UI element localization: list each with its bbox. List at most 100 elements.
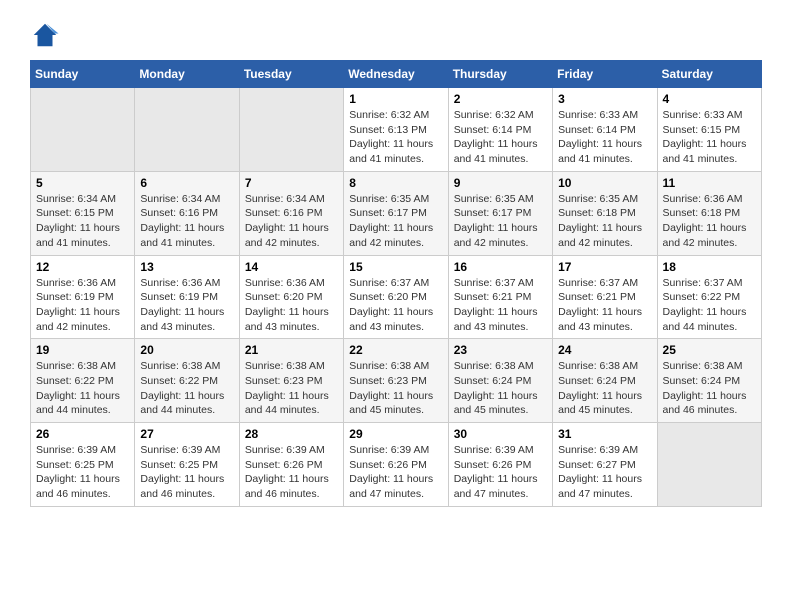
day-info: Sunrise: 6:34 AM Sunset: 6:15 PM Dayligh… [36, 192, 129, 251]
day-number: 8 [349, 176, 442, 190]
day-cell: 24 Sunrise: 6:38 AM Sunset: 6:24 PM Dayli… [553, 339, 657, 423]
day-cell: 30 Sunrise: 6:39 AM Sunset: 6:26 PM Dayli… [448, 423, 552, 507]
day-info: Sunrise: 6:39 AM Sunset: 6:25 PM Dayligh… [140, 443, 233, 502]
day-info: Sunrise: 6:36 AM Sunset: 6:19 PM Dayligh… [36, 276, 129, 335]
day-cell: 31 Sunrise: 6:39 AM Sunset: 6:27 PM Dayli… [553, 423, 657, 507]
day-number: 21 [245, 343, 338, 357]
day-info: Sunrise: 6:39 AM Sunset: 6:26 PM Dayligh… [349, 443, 442, 502]
day-info: Sunrise: 6:32 AM Sunset: 6:13 PM Dayligh… [349, 108, 442, 167]
day-info: Sunrise: 6:38 AM Sunset: 6:24 PM Dayligh… [454, 359, 547, 418]
day-info: Sunrise: 6:35 AM Sunset: 6:18 PM Dayligh… [558, 192, 651, 251]
day-number: 29 [349, 427, 442, 441]
week-row-3: 12 Sunrise: 6:36 AM Sunset: 6:19 PM Dayli… [31, 255, 762, 339]
day-cell: 19 Sunrise: 6:38 AM Sunset: 6:22 PM Dayli… [31, 339, 135, 423]
day-info: Sunrise: 6:37 AM Sunset: 6:20 PM Dayligh… [349, 276, 442, 335]
day-info: Sunrise: 6:38 AM Sunset: 6:22 PM Dayligh… [36, 359, 129, 418]
day-cell: 2 Sunrise: 6:32 AM Sunset: 6:14 PM Daylig… [448, 88, 552, 172]
day-info: Sunrise: 6:32 AM Sunset: 6:14 PM Dayligh… [454, 108, 547, 167]
day-number: 28 [245, 427, 338, 441]
day-cell: 20 Sunrise: 6:38 AM Sunset: 6:22 PM Dayli… [135, 339, 239, 423]
day-number: 16 [454, 260, 547, 274]
day-cell: 5 Sunrise: 6:34 AM Sunset: 6:15 PM Daylig… [31, 171, 135, 255]
day-info: Sunrise: 6:35 AM Sunset: 6:17 PM Dayligh… [349, 192, 442, 251]
day-cell: 13Sunrise: 6:36 AM Sunset: 6:19 PM Dayli… [135, 255, 239, 339]
day-info: Sunrise: 6:34 AM Sunset: 6:16 PM Dayligh… [140, 192, 233, 251]
day-number: 23 [454, 343, 547, 357]
day-info: Sunrise: 6:33 AM Sunset: 6:15 PM Dayligh… [663, 108, 756, 167]
day-cell: 29 Sunrise: 6:39 AM Sunset: 6:26 PM Dayli… [344, 423, 448, 507]
day-cell [239, 88, 343, 172]
calendar-header: SundayMondayTuesdayWednesdayThursdayFrid… [31, 61, 762, 88]
day-number: 5 [36, 176, 129, 190]
day-cell: 4 Sunrise: 6:33 AM Sunset: 6:15 PM Daylig… [657, 88, 761, 172]
day-number: 24 [558, 343, 651, 357]
day-number: 12 [36, 260, 129, 274]
day-cell: 11Sunrise: 6:36 AM Sunset: 6:18 PM Dayli… [657, 171, 761, 255]
weekday-header-tuesday: Tuesday [239, 61, 343, 88]
day-info: Sunrise: 6:38 AM Sunset: 6:24 PM Dayligh… [663, 359, 756, 418]
weekday-header-friday: Friday [553, 61, 657, 88]
day-info: Sunrise: 6:38 AM Sunset: 6:23 PM Dayligh… [245, 359, 338, 418]
day-number: 6 [140, 176, 233, 190]
day-cell: 14Sunrise: 6:36 AM Sunset: 6:20 PM Dayli… [239, 255, 343, 339]
week-row-4: 19 Sunrise: 6:38 AM Sunset: 6:22 PM Dayli… [31, 339, 762, 423]
day-cell: 1 Sunrise: 6:32 AM Sunset: 6:13 PM Daylig… [344, 88, 448, 172]
week-row-1: 1 Sunrise: 6:32 AM Sunset: 6:13 PM Daylig… [31, 88, 762, 172]
day-cell: 28 Sunrise: 6:39 AM Sunset: 6:26 PM Dayli… [239, 423, 343, 507]
day-info: Sunrise: 6:39 AM Sunset: 6:25 PM Dayligh… [36, 443, 129, 502]
day-info: Sunrise: 6:34 AM Sunset: 6:16 PM Dayligh… [245, 192, 338, 251]
day-info: Sunrise: 6:35 AM Sunset: 6:17 PM Dayligh… [454, 192, 547, 251]
weekday-header-wednesday: Wednesday [344, 61, 448, 88]
day-number: 19 [36, 343, 129, 357]
day-cell: 22Sunrise: 6:38 AM Sunset: 6:23 PM Dayli… [344, 339, 448, 423]
day-info: Sunrise: 6:37 AM Sunset: 6:21 PM Dayligh… [454, 276, 547, 335]
day-cell: 7 Sunrise: 6:34 AM Sunset: 6:16 PM Daylig… [239, 171, 343, 255]
day-number: 14 [245, 260, 338, 274]
week-row-2: 5 Sunrise: 6:34 AM Sunset: 6:15 PM Daylig… [31, 171, 762, 255]
day-cell: 12 Sunrise: 6:36 AM Sunset: 6:19 PM Dayli… [31, 255, 135, 339]
day-info: Sunrise: 6:39 AM Sunset: 6:26 PM Dayligh… [454, 443, 547, 502]
logo-icon [30, 20, 60, 50]
calendar-table: SundayMondayTuesdayWednesdayThursdayFrid… [30, 60, 762, 507]
day-cell [135, 88, 239, 172]
page-header [30, 20, 762, 50]
day-cell: 16 Sunrise: 6:37 AM Sunset: 6:21 PM Dayli… [448, 255, 552, 339]
day-info: Sunrise: 6:33 AM Sunset: 6:14 PM Dayligh… [558, 108, 651, 167]
day-number: 27 [140, 427, 233, 441]
day-cell: 8 Sunrise: 6:35 AM Sunset: 6:17 PM Daylig… [344, 171, 448, 255]
day-number: 10 [558, 176, 651, 190]
day-info: Sunrise: 6:38 AM Sunset: 6:24 PM Dayligh… [558, 359, 651, 418]
day-info: Sunrise: 6:39 AM Sunset: 6:26 PM Dayligh… [245, 443, 338, 502]
day-number: 13 [140, 260, 233, 274]
weekday-header-sunday: Sunday [31, 61, 135, 88]
day-number: 1 [349, 92, 442, 106]
day-number: 7 [245, 176, 338, 190]
day-cell [31, 88, 135, 172]
day-number: 20 [140, 343, 233, 357]
day-number: 9 [454, 176, 547, 190]
day-cell: 21 Sunrise: 6:38 AM Sunset: 6:23 PM Dayli… [239, 339, 343, 423]
day-cell: 27 Sunrise: 6:39 AM Sunset: 6:25 PM Dayli… [135, 423, 239, 507]
day-info: Sunrise: 6:39 AM Sunset: 6:27 PM Dayligh… [558, 443, 651, 502]
day-cell [657, 423, 761, 507]
day-number: 3 [558, 92, 651, 106]
day-info: Sunrise: 6:38 AM Sunset: 6:22 PM Dayligh… [140, 359, 233, 418]
day-number: 26 [36, 427, 129, 441]
logo [30, 20, 64, 50]
day-cell: 3 Sunrise: 6:33 AM Sunset: 6:14 PM Daylig… [553, 88, 657, 172]
day-cell: 15Sunrise: 6:37 AM Sunset: 6:20 PM Dayli… [344, 255, 448, 339]
calendar-body: 1 Sunrise: 6:32 AM Sunset: 6:13 PM Daylig… [31, 88, 762, 507]
day-number: 30 [454, 427, 547, 441]
day-cell: 18Sunrise: 6:37 AM Sunset: 6:22 PM Dayli… [657, 255, 761, 339]
day-number: 17 [558, 260, 651, 274]
day-number: 4 [663, 92, 756, 106]
day-cell: 17Sunrise: 6:37 AM Sunset: 6:21 PM Dayli… [553, 255, 657, 339]
weekday-header-saturday: Saturday [657, 61, 761, 88]
day-number: 2 [454, 92, 547, 106]
day-number: 31 [558, 427, 651, 441]
day-info: Sunrise: 6:36 AM Sunset: 6:18 PM Dayligh… [663, 192, 756, 251]
day-cell: 23 Sunrise: 6:38 AM Sunset: 6:24 PM Dayli… [448, 339, 552, 423]
weekday-row: SundayMondayTuesdayWednesdayThursdayFrid… [31, 61, 762, 88]
day-info: Sunrise: 6:38 AM Sunset: 6:23 PM Dayligh… [349, 359, 442, 418]
day-cell: 9 Sunrise: 6:35 AM Sunset: 6:17 PM Daylig… [448, 171, 552, 255]
